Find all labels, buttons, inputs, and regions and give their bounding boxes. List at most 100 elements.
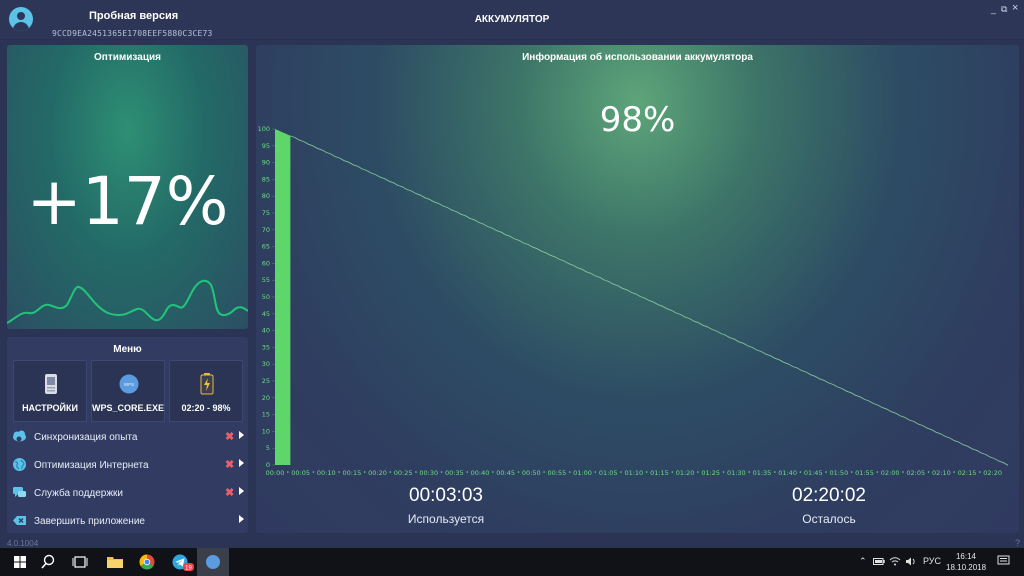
search-icon[interactable] bbox=[32, 548, 64, 576]
y-tick-label: 35 bbox=[262, 343, 270, 351]
title-bar: Пробная версия 9CCD9EA2451365E1708EEF588… bbox=[0, 0, 1024, 40]
disabled-mark-icon: ✖ bbox=[225, 459, 235, 471]
x-minor-tick bbox=[748, 471, 750, 473]
x-tick-label: 01:25 bbox=[701, 469, 720, 477]
x-tick-label: 01:00 bbox=[573, 469, 592, 477]
x-minor-tick bbox=[799, 471, 802, 473]
x-tick-label: 01:55 bbox=[855, 469, 874, 477]
menu-item-support-label: Служба поддержки bbox=[34, 488, 124, 499]
input-language[interactable]: РУС bbox=[923, 556, 941, 566]
x-tick-label: 02:10 bbox=[932, 469, 951, 477]
x-minor-tick bbox=[773, 471, 776, 473]
wps-core-tile[interactable]: WPS WPS_CORE.EXE bbox=[91, 360, 165, 422]
y-tick-label: 85 bbox=[262, 175, 270, 183]
menu-item-sync-label: Синхронизация опыта bbox=[34, 432, 138, 443]
y-tick-label: 100 bbox=[258, 125, 270, 133]
chevron-right-icon[interactable] bbox=[239, 487, 244, 495]
x-tick-label: 00:40 bbox=[471, 469, 490, 477]
chrome-icon[interactable] bbox=[131, 548, 163, 576]
y-tick-label: 90 bbox=[262, 159, 270, 167]
x-tick-label: 00:45 bbox=[496, 469, 515, 477]
settings-tile-label: НАСТРОЙКИ bbox=[22, 403, 78, 413]
y-tick-label: 45 bbox=[262, 310, 270, 318]
x-tick-label: 01:45 bbox=[804, 469, 823, 477]
x-tick-label: 00:50 bbox=[522, 469, 541, 477]
menu-item-exit-label: Завершить приложение bbox=[34, 516, 145, 527]
menu-item-internet[interactable]: Оптимизация Интернета ✖ bbox=[7, 455, 248, 475]
x-tick-label: 00:10 bbox=[317, 469, 336, 477]
x-tick-label: 02:15 bbox=[958, 469, 977, 477]
window-title: АККУМУЛЯТОР bbox=[474, 14, 550, 25]
chevron-right-icon[interactable] bbox=[239, 515, 244, 523]
y-tick-label: 65 bbox=[262, 243, 270, 251]
y-tick-label: 0 bbox=[266, 461, 270, 469]
disabled-mark-icon: ✖ bbox=[225, 431, 235, 443]
x-minor-tick bbox=[825, 471, 827, 473]
wifi-icon[interactable] bbox=[889, 556, 901, 567]
file-explorer-icon[interactable] bbox=[99, 548, 131, 576]
x-minor-tick bbox=[440, 471, 443, 473]
x-minor-tick bbox=[543, 471, 545, 473]
menu-item-internet-label: Оптимизация Интернета bbox=[34, 460, 149, 471]
x-minor-tick bbox=[517, 471, 520, 473]
telegram-icon[interactable]: 19 bbox=[164, 548, 196, 576]
remaining-time: 02:20:02 bbox=[792, 485, 866, 506]
clock-date: 18.10.2018 bbox=[946, 563, 987, 572]
x-tick-label: 01:15 bbox=[650, 469, 669, 477]
restore-button[interactable]: ⧉ bbox=[1001, 4, 1007, 15]
used-stat: 00:03:03 Используется bbox=[346, 485, 546, 526]
help-button[interactable]: ? bbox=[1015, 538, 1020, 548]
y-tick-label: 50 bbox=[262, 293, 270, 301]
menu-item-sync[interactable]: Синхронизация опыта ✖ bbox=[7, 427, 248, 447]
y-tick-label: 20 bbox=[262, 394, 270, 402]
x-tick-label: 01:30 bbox=[727, 469, 746, 477]
remaining-stat: 02:20:02 Осталось bbox=[729, 485, 929, 526]
y-tick-label: 70 bbox=[262, 226, 270, 234]
x-tick-label: 01:50 bbox=[829, 469, 848, 477]
wps-icon bbox=[206, 555, 220, 569]
x-tick-label: 02:20 bbox=[983, 469, 1002, 477]
menu-title: Меню bbox=[113, 344, 142, 355]
chevron-right-icon[interactable] bbox=[239, 431, 244, 439]
x-tick-label: 01:40 bbox=[778, 469, 797, 477]
x-minor-tick bbox=[697, 471, 699, 473]
menu-item-exit[interactable]: Завершить приложение bbox=[7, 511, 248, 531]
wps-icon-text: WPS bbox=[124, 382, 134, 387]
x-minor-tick bbox=[312, 471, 315, 473]
battery-icon bbox=[200, 373, 214, 395]
settings-tile[interactable]: НАСТРОЙКИ bbox=[13, 360, 87, 422]
x-minor-tick bbox=[722, 471, 725, 473]
x-tick-label: 00:20 bbox=[368, 469, 387, 477]
battery-tile[interactable]: 02:20 - 98% bbox=[169, 360, 243, 422]
used-time: 00:03:03 bbox=[409, 485, 483, 506]
x-minor-tick bbox=[902, 471, 904, 473]
x-tick-label: 01:10 bbox=[624, 469, 643, 477]
notification-icon[interactable] bbox=[997, 555, 1010, 567]
clock[interactable]: 16:14 18.10.2018 bbox=[946, 551, 986, 573]
minimize-button[interactable]: _ bbox=[991, 4, 996, 14]
x-tick-label: 01:20 bbox=[676, 469, 695, 477]
battery-tray-icon[interactable] bbox=[873, 557, 885, 567]
chevron-right-icon[interactable] bbox=[239, 459, 244, 467]
menu-panel: Меню НАСТРОЙКИ WPS WPS_CORE.EXE 02:20 - … bbox=[7, 337, 248, 533]
y-tick-label: 5 bbox=[266, 444, 270, 452]
battery-info-panel: Информация об использовании аккумулятора… bbox=[256, 45, 1019, 533]
wps-taskbar-button[interactable] bbox=[197, 548, 229, 576]
settings-device-icon bbox=[45, 374, 57, 394]
task-view-icon[interactable] bbox=[64, 548, 96, 576]
y-tick-label: 25 bbox=[262, 377, 270, 385]
x-minor-tick bbox=[927, 471, 930, 473]
x-minor-tick bbox=[645, 471, 648, 473]
wps-icon: WPS bbox=[119, 374, 139, 394]
disabled-mark-icon: ✖ bbox=[225, 487, 235, 499]
x-minor-tick bbox=[620, 471, 622, 473]
menu-item-support[interactable]: Служба поддержки ✖ bbox=[7, 483, 248, 503]
x-minor-tick bbox=[876, 471, 879, 473]
x-tick-label: 00:25 bbox=[394, 469, 413, 477]
x-minor-tick bbox=[671, 471, 674, 473]
volume-icon[interactable] bbox=[905, 556, 917, 567]
projection-line bbox=[290, 135, 1009, 466]
close-button[interactable]: × bbox=[1012, 2, 1018, 14]
x-tick-label: 02:05 bbox=[906, 469, 925, 477]
tray-chevron-up-icon[interactable]: ⌃ bbox=[859, 556, 867, 567]
